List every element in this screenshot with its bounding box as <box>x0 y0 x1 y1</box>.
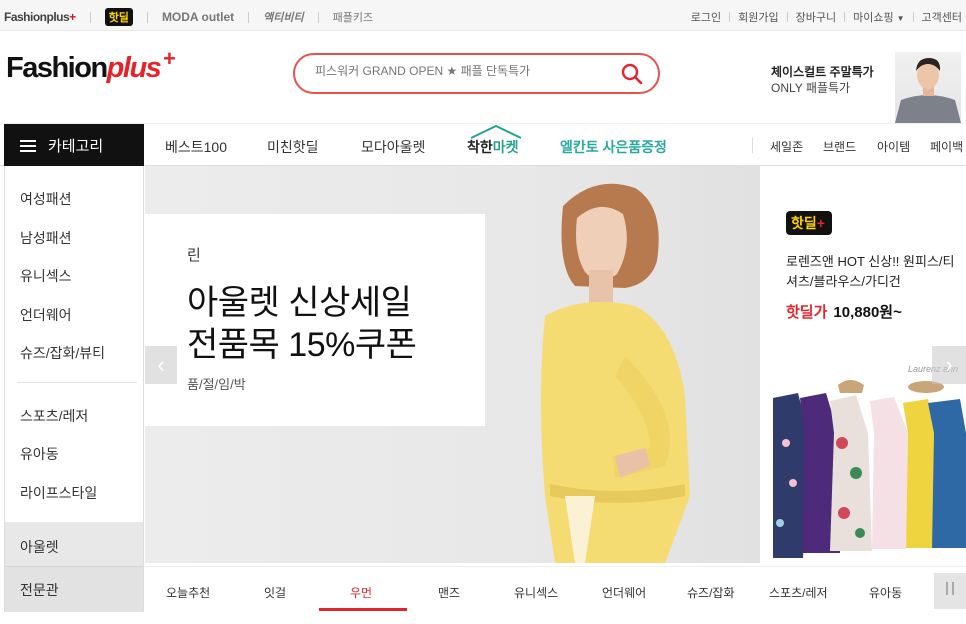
site-moda-outlet-link[interactable]: MODA outlet <box>162 10 234 24</box>
tab-kids[interactable]: 유아동 <box>869 584 902 601</box>
promo-price: 핫딜가 10,880원~ <box>786 301 902 322</box>
pause-icon <box>944 582 956 600</box>
hero-title-line2: 전품목 15%쿠폰 <box>187 326 417 364</box>
chevron-right-icon: › <box>945 352 953 377</box>
price-label: 핫딜가 <box>786 304 828 321</box>
promo-description: 로렌즈앤 HOT 신상!! 원피스/티셔츠/블라우스/가디건 <box>786 254 955 289</box>
sidebar-item-kids[interactable]: 유아동 <box>20 444 59 464</box>
search-bar <box>293 53 660 94</box>
tab-sports[interactable]: 스포츠/레저 <box>769 584 828 601</box>
plus-icon: + <box>69 10 76 24</box>
divider <box>786 12 788 22</box>
nav-payback[interactable]: 페이백 <box>930 138 963 155</box>
site-logo[interactable]: Fashionplus + <box>6 46 176 85</box>
cart-link[interactable]: 장바구니 <box>796 9 836 25</box>
divider <box>17 382 137 383</box>
nav-brand[interactable]: 브랜드 <box>823 138 856 155</box>
divider <box>146 11 148 23</box>
logo-plus-text: plus <box>106 52 162 84</box>
search-icon[interactable] <box>620 62 644 86</box>
active-tab-indicator <box>319 608 407 611</box>
plus-icon: + <box>162 46 176 71</box>
site-fashionplus-link[interactable]: Fashionplus+ <box>4 10 76 24</box>
search-input[interactable] <box>315 64 615 78</box>
top-utility-bar: Fashionplus+ 핫딜 MODA outlet 액티비티 패플키즈 로그… <box>0 0 966 31</box>
nav-best100[interactable]: 베스트100 <box>165 137 227 157</box>
divider <box>752 138 753 153</box>
sidebar-item-unisex[interactable]: 유니섹스 <box>20 266 72 286</box>
good-market-prefix: 착한 <box>467 139 493 155</box>
tab-unisex[interactable]: 유니섹스 <box>514 584 558 601</box>
sidebar-item-shoes-beauty[interactable]: 슈즈/잡화/뷰티 <box>20 343 105 363</box>
divider <box>844 12 846 22</box>
sidebar-item-lifestyle[interactable]: 라이프스타일 <box>20 483 97 503</box>
hero-banner[interactable]: 린 아울렛 신상세일 전품목 15%쿠폰 품/절/임/박 <box>145 166 760 563</box>
hero-next-button[interactable]: › <box>932 346 966 384</box>
divider <box>89 11 91 23</box>
hotdeal-badge-label: 핫딜 <box>791 215 817 231</box>
myshopping-label: 마이쇼핑 <box>853 12 894 24</box>
signup-link[interactable]: 회원가입 <box>738 9 778 25</box>
myshopping-dropdown[interactable]: 마이쇼핑 ▼ <box>853 9 904 25</box>
header-promo-title: 체이스컬트 주말특가 <box>771 65 874 79</box>
hero-text-panel: 린 아울렛 신상세일 전품목 15%쿠폰 품/절/임/박 <box>145 214 485 426</box>
site-fashionplus-label: Fashionplus <box>4 10 70 24</box>
hero-title: 아울렛 신상세일 전품목 15%쿠폰 <box>187 282 417 366</box>
chevron-left-icon: ‹ <box>157 352 165 377</box>
header-promo-image[interactable] <box>895 52 961 123</box>
header-promo-subtitle: ONLY 패플특가 <box>771 81 851 95</box>
house-roof-icon <box>470 125 522 139</box>
divider <box>729 12 731 22</box>
good-market-suffix: 마켓 <box>492 139 519 155</box>
plus-icon: + <box>816 215 825 231</box>
nav-item-tab[interactable]: 아이템 <box>877 138 910 155</box>
sidebar-item-specialty[interactable]: 전문관 <box>20 580 59 600</box>
nav-good-market[interactable]: 착한마켓 <box>467 125 522 157</box>
tab-shoes[interactable]: 슈즈/잡화 <box>687 584 735 601</box>
divider <box>317 11 319 23</box>
nav-elcanto-gift[interactable]: 엘칸토 사은품증정 <box>560 137 667 157</box>
sidebar-item-sports[interactable]: 스포츠/레저 <box>20 406 88 426</box>
tab-women[interactable]: 우먼 <box>350 584 372 601</box>
menu-icon <box>20 139 36 152</box>
sidebar-item-men[interactable]: 남성패션 <box>20 228 72 248</box>
login-link[interactable]: 로그인 <box>691 9 721 25</box>
sidebar-item-underwear[interactable]: 언더웨어 <box>20 305 72 325</box>
hero-title-line1: 아울렛 신상세일 <box>187 284 412 322</box>
nav-salezone[interactable]: 세일존 <box>770 138 803 155</box>
sidebar-item-women[interactable]: 여성패션 <box>20 189 72 209</box>
support-link[interactable]: 고객센터 <box>922 9 962 25</box>
category-tabs: 오늘추천 잇걸 우먼 맨즈 유니섹스 언더웨어 슈즈/잡화 스포츠/레저 유아동 <box>145 566 966 612</box>
main-nav: 카테고리 베스트100 미친핫딜 모다아울렛 착한마켓 엘칸토 사은품증정 세일… <box>0 123 966 167</box>
nav-moda-outlet[interactable]: 모다아울렛 <box>361 137 425 157</box>
price-value: 10,880원~ <box>833 304 902 321</box>
nav-crazy-hotdeal[interactable]: 미친핫딜 <box>267 137 319 157</box>
header-promo[interactable]: 체이스컬트 주말특가 ONLY 패플특가 <box>771 64 874 96</box>
tab-today[interactable]: 오늘추천 <box>166 584 210 601</box>
category-sidebar: 여성패션 남성패션 유니섹스 언더웨어 슈즈/잡화/뷰티 스포츠/레저 유아동 … <box>4 166 144 612</box>
tab-itgirl[interactable]: 잇걸 <box>264 584 286 601</box>
hero-subtitle: 품/절/임/박 <box>187 377 246 392</box>
hotdeal-badge: 핫딜+ <box>786 211 832 235</box>
family-sites: Fashionplus+ 핫딜 MODA outlet 액티비티 패플키즈 <box>4 8 373 26</box>
utility-links: 로그인 회원가입 장바구니 마이쇼핑 ▼ 고객센터 <box>691 9 962 25</box>
hero-prev-button[interactable]: ‹ <box>145 346 177 384</box>
tab-mens[interactable]: 맨즈 <box>438 584 460 601</box>
site-activity-link[interactable]: 액티비티 <box>263 9 303 25</box>
divider <box>248 11 250 23</box>
site-hotdeal-link[interactable]: 핫딜 <box>104 8 133 26</box>
divider <box>912 12 914 22</box>
dresses-product-image <box>773 380 966 558</box>
hero-brand: 린 <box>187 247 201 264</box>
chevron-down-icon: ▼ <box>896 14 905 23</box>
sidebar-item-outlet[interactable]: 아울렛 <box>20 537 59 557</box>
logo-main-text: Fashion <box>6 52 108 84</box>
site-kids-link[interactable]: 패플키즈 <box>333 9 373 25</box>
pause-button[interactable] <box>934 573 966 609</box>
tab-underwear[interactable]: 언더웨어 <box>602 584 646 601</box>
category-button[interactable]: 카테고리 <box>4 124 144 167</box>
category-button-label: 카테고리 <box>48 138 104 155</box>
model-photo-icon <box>895 58 961 123</box>
